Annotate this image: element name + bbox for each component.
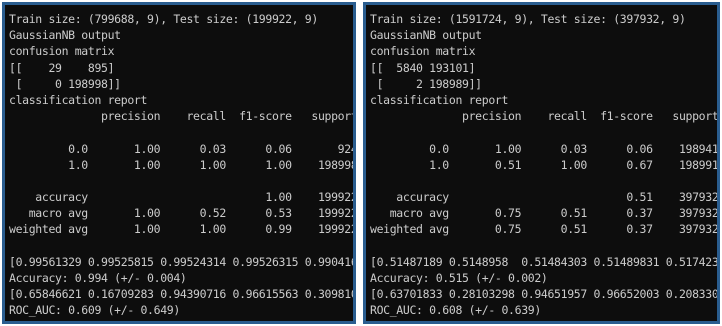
confusion-matrix-row-2: [ 0 198998]]: [9, 76, 122, 91]
cv-roc-auc-scores: [0.63701833 0.28103298 0.94651957 0.9665…: [370, 287, 720, 302]
report-row-class-1: 1.0 0.51 1.00 0.67 198991: [370, 157, 719, 172]
cv-roc-auc-summary: ROC_AUC: 0.609 (+/- 0.649): [9, 303, 180, 318]
report-row-macro-avg: macro avg 0.75 0.51 0.37 397932: [370, 206, 719, 221]
cv-accuracy-scores: [0.51487189 0.5148958 0.51484303 0.51489…: [370, 254, 720, 269]
output-text-left: Train size: (799688, 9), Test size: (199…: [9, 11, 356, 319]
report-row-accuracy: accuracy 1.00 199922: [9, 190, 356, 205]
confusion-matrix-heading: confusion matrix: [370, 44, 476, 59]
train-test-size-line: Train size: (1591724, 9), Test size: (39…: [370, 12, 686, 26]
cv-accuracy-summary: Accuracy: 0.515 (+/- 0.002): [370, 271, 548, 285]
report-row-weighted-avg: weighted avg 1.00 1.00 0.99 199922: [9, 222, 356, 237]
train-test-size-line: Train size: (799688, 9), Test size: (199…: [9, 12, 318, 26]
report-row-accuracy: accuracy 0.51 397932: [370, 190, 719, 205]
report-row-class-0: 0.0 1.00 0.03 0.06 198941: [370, 141, 719, 156]
cv-accuracy-summary: Accuracy: 0.994 (+/- 0.004): [9, 271, 187, 285]
report-row-class-1: 1.0 1.00 1.00 1.00 198998: [9, 157, 356, 172]
terminal-output-left: Train size: (799688, 9), Test size: (199…: [2, 2, 356, 324]
report-row-class-0: 0.0 1.00 0.03 0.06 924: [9, 141, 356, 156]
screenshot: Train size: (799688, 9), Test size: (199…: [0, 0, 722, 326]
classification-report-heading: classification report: [370, 92, 509, 107]
output-text-right: Train size: (1591724, 9), Test size: (39…: [370, 11, 720, 319]
cv-accuracy-scores: [0.99561329 0.99525815 0.99524314 0.9952…: [9, 254, 356, 269]
confusion-matrix-row-1: [[ 5840 193101]: [370, 60, 476, 75]
confusion-matrix-row-1: [[ 29 895]: [9, 60, 115, 75]
model-name-line: GaussianNB output: [370, 28, 482, 43]
terminal-output-right: Train size: (1591724, 9), Test size: (39…: [363, 2, 720, 324]
report-column-headers: precision recall f1-score support: [370, 109, 719, 124]
report-row-weighted-avg: weighted avg 0.75 0.51 0.37 397932: [370, 222, 719, 237]
confusion-matrix-row-2: [ 2 198989]]: [370, 76, 483, 91]
classification-report-heading: classification report: [9, 92, 148, 107]
report-column-headers: precision recall f1-score support: [9, 109, 356, 124]
cv-roc-auc-scores: [0.65846621 0.16709283 0.94390716 0.9661…: [9, 287, 356, 302]
model-name-line: GaussianNB output: [9, 28, 121, 43]
cv-roc-auc-summary: ROC_AUC: 0.608 (+/- 0.639): [370, 303, 541, 318]
confusion-matrix-heading: confusion matrix: [9, 44, 115, 59]
report-row-macro-avg: macro avg 1.00 0.52 0.53 199922: [9, 206, 356, 221]
